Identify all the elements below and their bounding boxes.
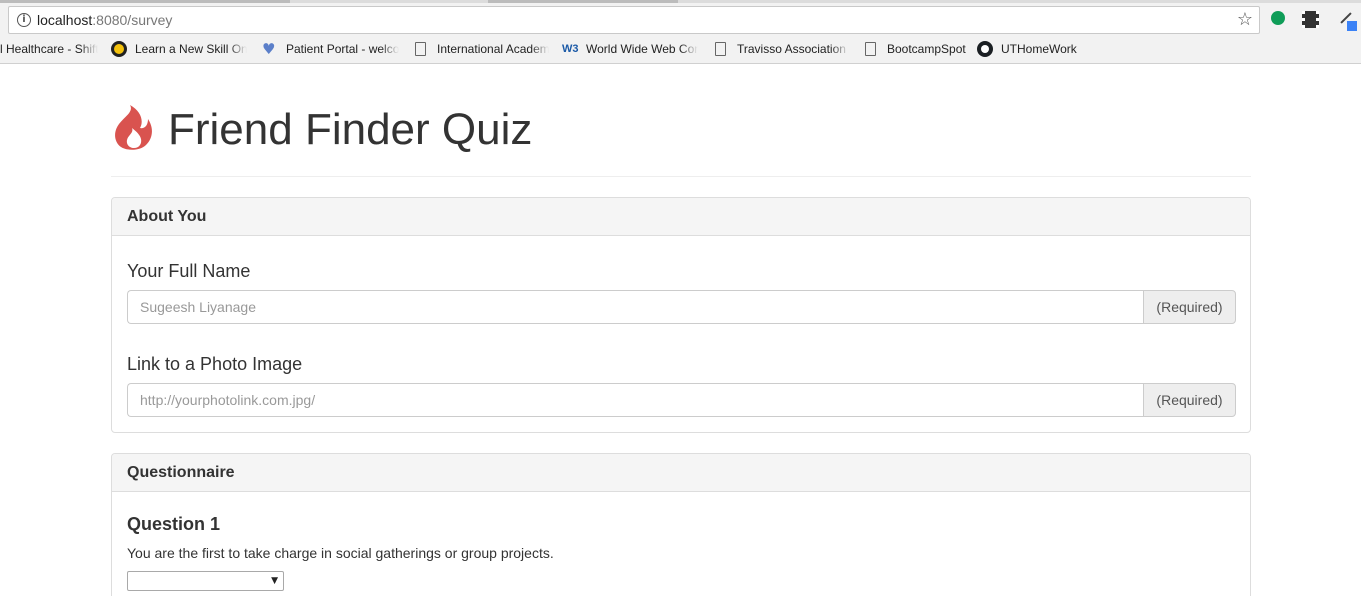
page-header: Friend Finder Quiz bbox=[111, 100, 1251, 177]
photo-link-label: Link to a Photo Image bbox=[127, 354, 303, 374]
full-name-required-addon: (Required) bbox=[1143, 290, 1236, 324]
photo-link-input[interactable] bbox=[127, 383, 1143, 417]
extension-pen-icon[interactable] bbox=[1337, 9, 1361, 33]
bookmark-item[interactable]: Learn a New Skill Onl bbox=[111, 40, 247, 58]
photo-link-input-group: (Required) bbox=[127, 383, 1236, 417]
bookmark-label: International Academ bbox=[437, 42, 549, 56]
bookmark-label: BootcampSpot bbox=[887, 42, 966, 56]
document-icon bbox=[865, 42, 876, 56]
learn-icon bbox=[111, 41, 127, 57]
bookmark-item[interactable]: International Academ bbox=[413, 40, 549, 58]
full-name-label: Your Full Name bbox=[127, 261, 251, 281]
question-text: You are the first to take charge in soci… bbox=[127, 545, 554, 561]
address-bar[interactable]: i localhost:8080/survey ☆ bbox=[8, 6, 1260, 34]
fire-icon bbox=[115, 105, 152, 150]
url-text[interactable]: localhost:8080/survey bbox=[37, 12, 172, 28]
chevron-down-icon: ▼ bbox=[271, 576, 278, 586]
question-1-select[interactable]: ▼ bbox=[127, 571, 284, 591]
browser-chrome: i localhost:8080/survey ☆ l Healthcare -… bbox=[0, 0, 1361, 64]
github-icon bbox=[977, 41, 993, 57]
heart-icon: ♥ bbox=[262, 40, 276, 58]
bookmark-item[interactable]: Travisso Association - bbox=[713, 40, 849, 58]
about-panel-heading: About You bbox=[112, 198, 1250, 236]
bookmark-label: Learn a New Skill Onl bbox=[135, 42, 247, 56]
bookmark-label: Patient Portal - welco bbox=[286, 42, 399, 56]
bookmark-label: Travisso Association - bbox=[737, 42, 849, 56]
full-name-input-group: (Required) bbox=[127, 290, 1236, 324]
bookmark-item[interactable]: W3 World Wide Web Cor bbox=[562, 40, 698, 58]
extension-film-icon[interactable] bbox=[1302, 11, 1319, 28]
question-title: Question 1 bbox=[127, 514, 221, 534]
bookmark-label: World Wide Web Cor bbox=[586, 42, 698, 56]
questionnaire-panel-heading: Questionnaire bbox=[112, 454, 1250, 492]
bookmark-item[interactable]: UTHomeWork bbox=[977, 40, 1087, 58]
bookmark-label: UTHomeWork bbox=[1001, 42, 1077, 56]
full-name-input[interactable] bbox=[127, 290, 1143, 324]
bookmark-star-icon[interactable]: ☆ bbox=[1237, 10, 1253, 30]
w3c-icon: W3 bbox=[562, 43, 579, 55]
tab-edge[interactable] bbox=[0, 0, 290, 3]
page-title: Friend Finder Quiz bbox=[168, 105, 533, 154]
questionnaire-panel: Questionnaire Question 1 You are the fir… bbox=[111, 453, 1251, 596]
about-panel: About You Your Full Name (Required) Link… bbox=[111, 197, 1251, 433]
bookmark-label: l Healthcare - Shift bbox=[0, 42, 98, 56]
document-icon bbox=[715, 42, 726, 56]
extension-green-icon[interactable] bbox=[1271, 11, 1285, 25]
photo-link-required-addon: (Required) bbox=[1143, 383, 1236, 417]
bookmarks-bar: l Healthcare - Shift Learn a New Skill O… bbox=[0, 38, 1361, 60]
document-icon bbox=[415, 42, 426, 56]
bookmark-item[interactable]: l Healthcare - Shift bbox=[0, 40, 98, 58]
info-icon[interactable]: i bbox=[17, 13, 31, 27]
bookmark-item[interactable]: BootcampSpot bbox=[863, 40, 973, 58]
tab-edge[interactable] bbox=[488, 0, 678, 3]
bookmark-item[interactable]: ♥ Patient Portal - welco bbox=[262, 40, 399, 58]
